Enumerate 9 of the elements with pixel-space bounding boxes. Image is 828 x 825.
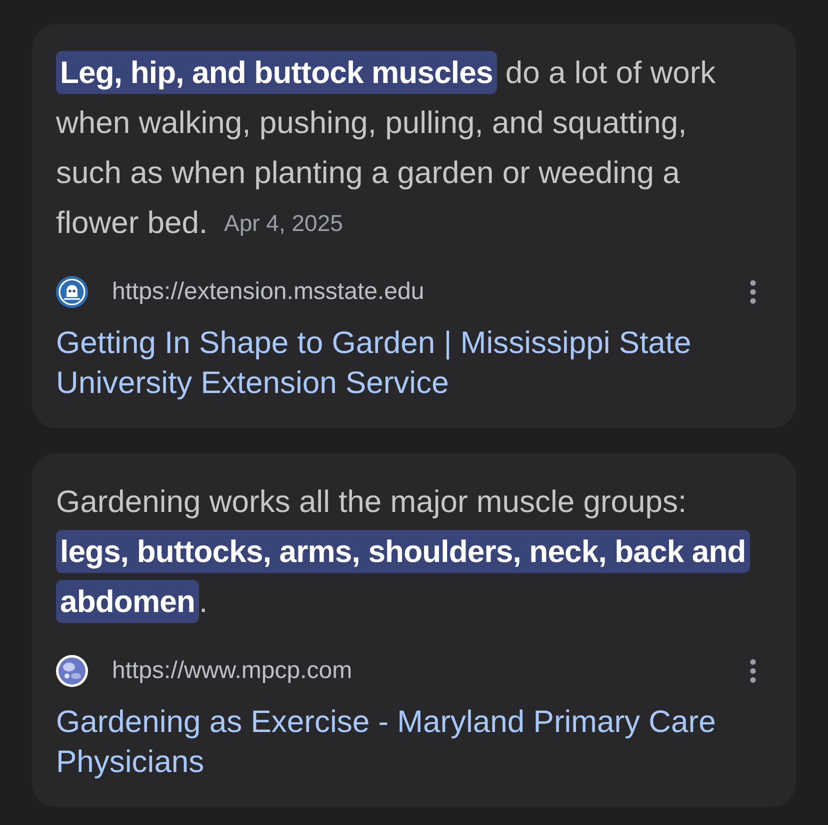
result-title-link[interactable]: Getting In Shape to Garden | Mississippi State University Extension Service — [56, 323, 772, 403]
date-text: Apr 4, 2025 — [224, 209, 343, 238]
emblem-icon — [56, 276, 88, 308]
globe-icon — [56, 655, 88, 687]
source-url: https://extension.msstate.edu — [112, 278, 424, 306]
more-options-icon[interactable] — [750, 659, 756, 683]
source-url: https://www.mpcp.com — [112, 657, 352, 685]
result-title-link[interactable]: Gardening as Exercise - Maryland Primary Care Physicians — [56, 702, 772, 782]
more-options-icon[interactable] — [750, 280, 756, 304]
